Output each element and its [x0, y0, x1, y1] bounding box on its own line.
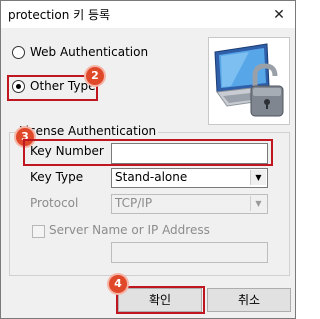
protection-key-dialog: protection 키 등록 ✕ Web Authentication Oth…	[0, 0, 296, 319]
chevron-down-icon[interactable]: ▼	[250, 196, 266, 211]
key-number-highlight	[23, 139, 273, 166]
license-authentication-title: License Authentication	[17, 124, 159, 138]
protocol-value: TCP/IP	[115, 196, 153, 210]
protocol-select[interactable]: TCP/IP ▼	[111, 194, 268, 214]
server-checkbox-label[interactable]: Server Name or IP Address	[49, 223, 210, 237]
ok-button-highlight	[116, 286, 205, 314]
protocol-label: Protocol	[30, 196, 79, 210]
web-authentication-label[interactable]: Web Authentication	[30, 45, 148, 59]
chevron-down-icon[interactable]: ▼	[250, 170, 266, 185]
key-type-select[interactable]: Stand-alone ▼	[111, 168, 268, 188]
other-type-highlight	[7, 75, 98, 101]
close-icon[interactable]: ✕	[269, 7, 289, 23]
computer-padlock-icon	[208, 37, 290, 125]
server-address-input[interactable]	[111, 242, 268, 263]
key-type-value: Stand-alone	[115, 170, 188, 184]
window-title: protection 키 등록	[8, 8, 111, 22]
title-bar: protection 키 등록 ✕	[1, 1, 295, 28]
step-badge-2: 2	[86, 67, 104, 85]
step-badge-4: 4	[109, 275, 127, 293]
web-authentication-radio[interactable]	[12, 46, 25, 59]
server-checkbox[interactable]	[32, 225, 45, 238]
key-type-label: Key Type	[30, 170, 84, 184]
cancel-button[interactable]: 취소	[207, 288, 291, 312]
